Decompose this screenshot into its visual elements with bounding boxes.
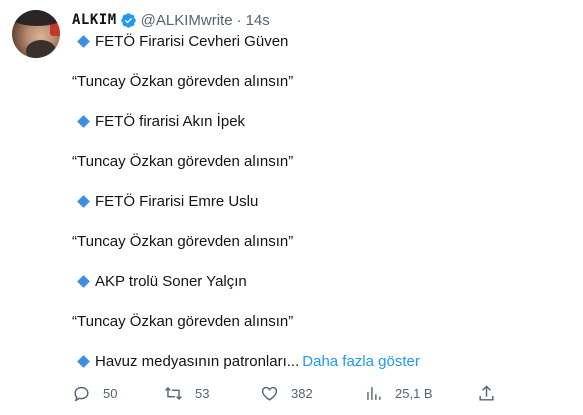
tweet[interactable]: ALKIM @ALKIMwrite · 14s FETÖ Firarisi Ce… — [0, 0, 583, 415]
views-icon — [367, 386, 381, 400]
like-count: 382 — [291, 385, 313, 401]
line-text: FETÖ firarisi Akın İpek — [95, 113, 246, 130]
avatar-beard — [26, 40, 56, 58]
action-bar: 50 53 382 25,1 B — [72, 381, 502, 405]
tweet-line: “Tuncay Özkan görevden alınsın” — [72, 152, 293, 172]
verified-badge-icon[interactable] — [120, 12, 137, 29]
show-more-link[interactable]: Daha fazla göster — [302, 353, 420, 370]
tweet-line: FETÖ Firarisi Cevheri Güven — [72, 32, 288, 52]
retweet-count: 53 — [195, 385, 210, 401]
line-text: FETÖ Firarisi Cevheri Güven — [95, 33, 289, 50]
line-text: “Tuncay Özkan görevden alınsın” — [72, 153, 294, 170]
blue-diamond-icon — [77, 275, 90, 288]
blue-diamond-icon — [77, 35, 90, 48]
line-text: “Tuncay Özkan görevden alınsın” — [72, 233, 294, 250]
reply-count: 50 — [103, 385, 118, 401]
share-icon — [479, 384, 494, 401]
avatar-hair — [12, 10, 60, 26]
line-text: AKP trolü Soner Yalçın — [95, 273, 247, 290]
separator-dot: · — [236, 11, 242, 29]
author-display-name[interactable]: ALKIM — [72, 12, 117, 28]
reply-icon — [74, 386, 89, 402]
line-text: “Tuncay Özkan görevden alınsın” — [72, 73, 294, 90]
tweet-line: “Tuncay Özkan görevden alınsın” — [72, 232, 293, 252]
views-count: 25,1 B — [395, 385, 433, 401]
retweet-icon — [165, 386, 182, 400]
tweet-header: ALKIM @ALKIMwrite · 14s — [72, 10, 270, 30]
retweet-button[interactable]: 53 — [164, 381, 209, 405]
avatar[interactable] — [12, 10, 60, 58]
views-button[interactable]: 25,1 B — [364, 381, 433, 405]
tweet-line: Havuz medyasının patronları... Daha fazla… — [72, 352, 420, 372]
author-handle[interactable]: @ALKIMwrite — [141, 12, 233, 29]
blue-diamond-icon — [77, 355, 90, 368]
heart-icon — [261, 386, 278, 401]
line-text: FETÖ Firarisi Emre Uslu — [95, 193, 259, 210]
reply-button[interactable]: 50 — [72, 381, 117, 405]
share-button[interactable] — [477, 381, 496, 405]
tweet-timestamp[interactable]: 14s — [246, 12, 270, 29]
blue-diamond-icon — [77, 195, 90, 208]
tweet-line: FETÖ firarisi Akın İpek — [72, 112, 245, 132]
tweet-line: AKP trolü Soner Yalçın — [72, 272, 247, 292]
like-button[interactable]: 382 — [260, 381, 313, 405]
tweet-line: FETÖ Firarisi Emre Uslu — [72, 192, 258, 212]
line-text: Havuz medyasının patronları... — [95, 353, 300, 370]
blue-diamond-icon — [77, 115, 90, 128]
tweet-line: “Tuncay Özkan görevden alınsın” — [72, 312, 293, 332]
line-text: “Tuncay Özkan görevden alınsın” — [72, 313, 294, 330]
tweet-line: “Tuncay Özkan görevden alınsın” — [72, 72, 293, 92]
